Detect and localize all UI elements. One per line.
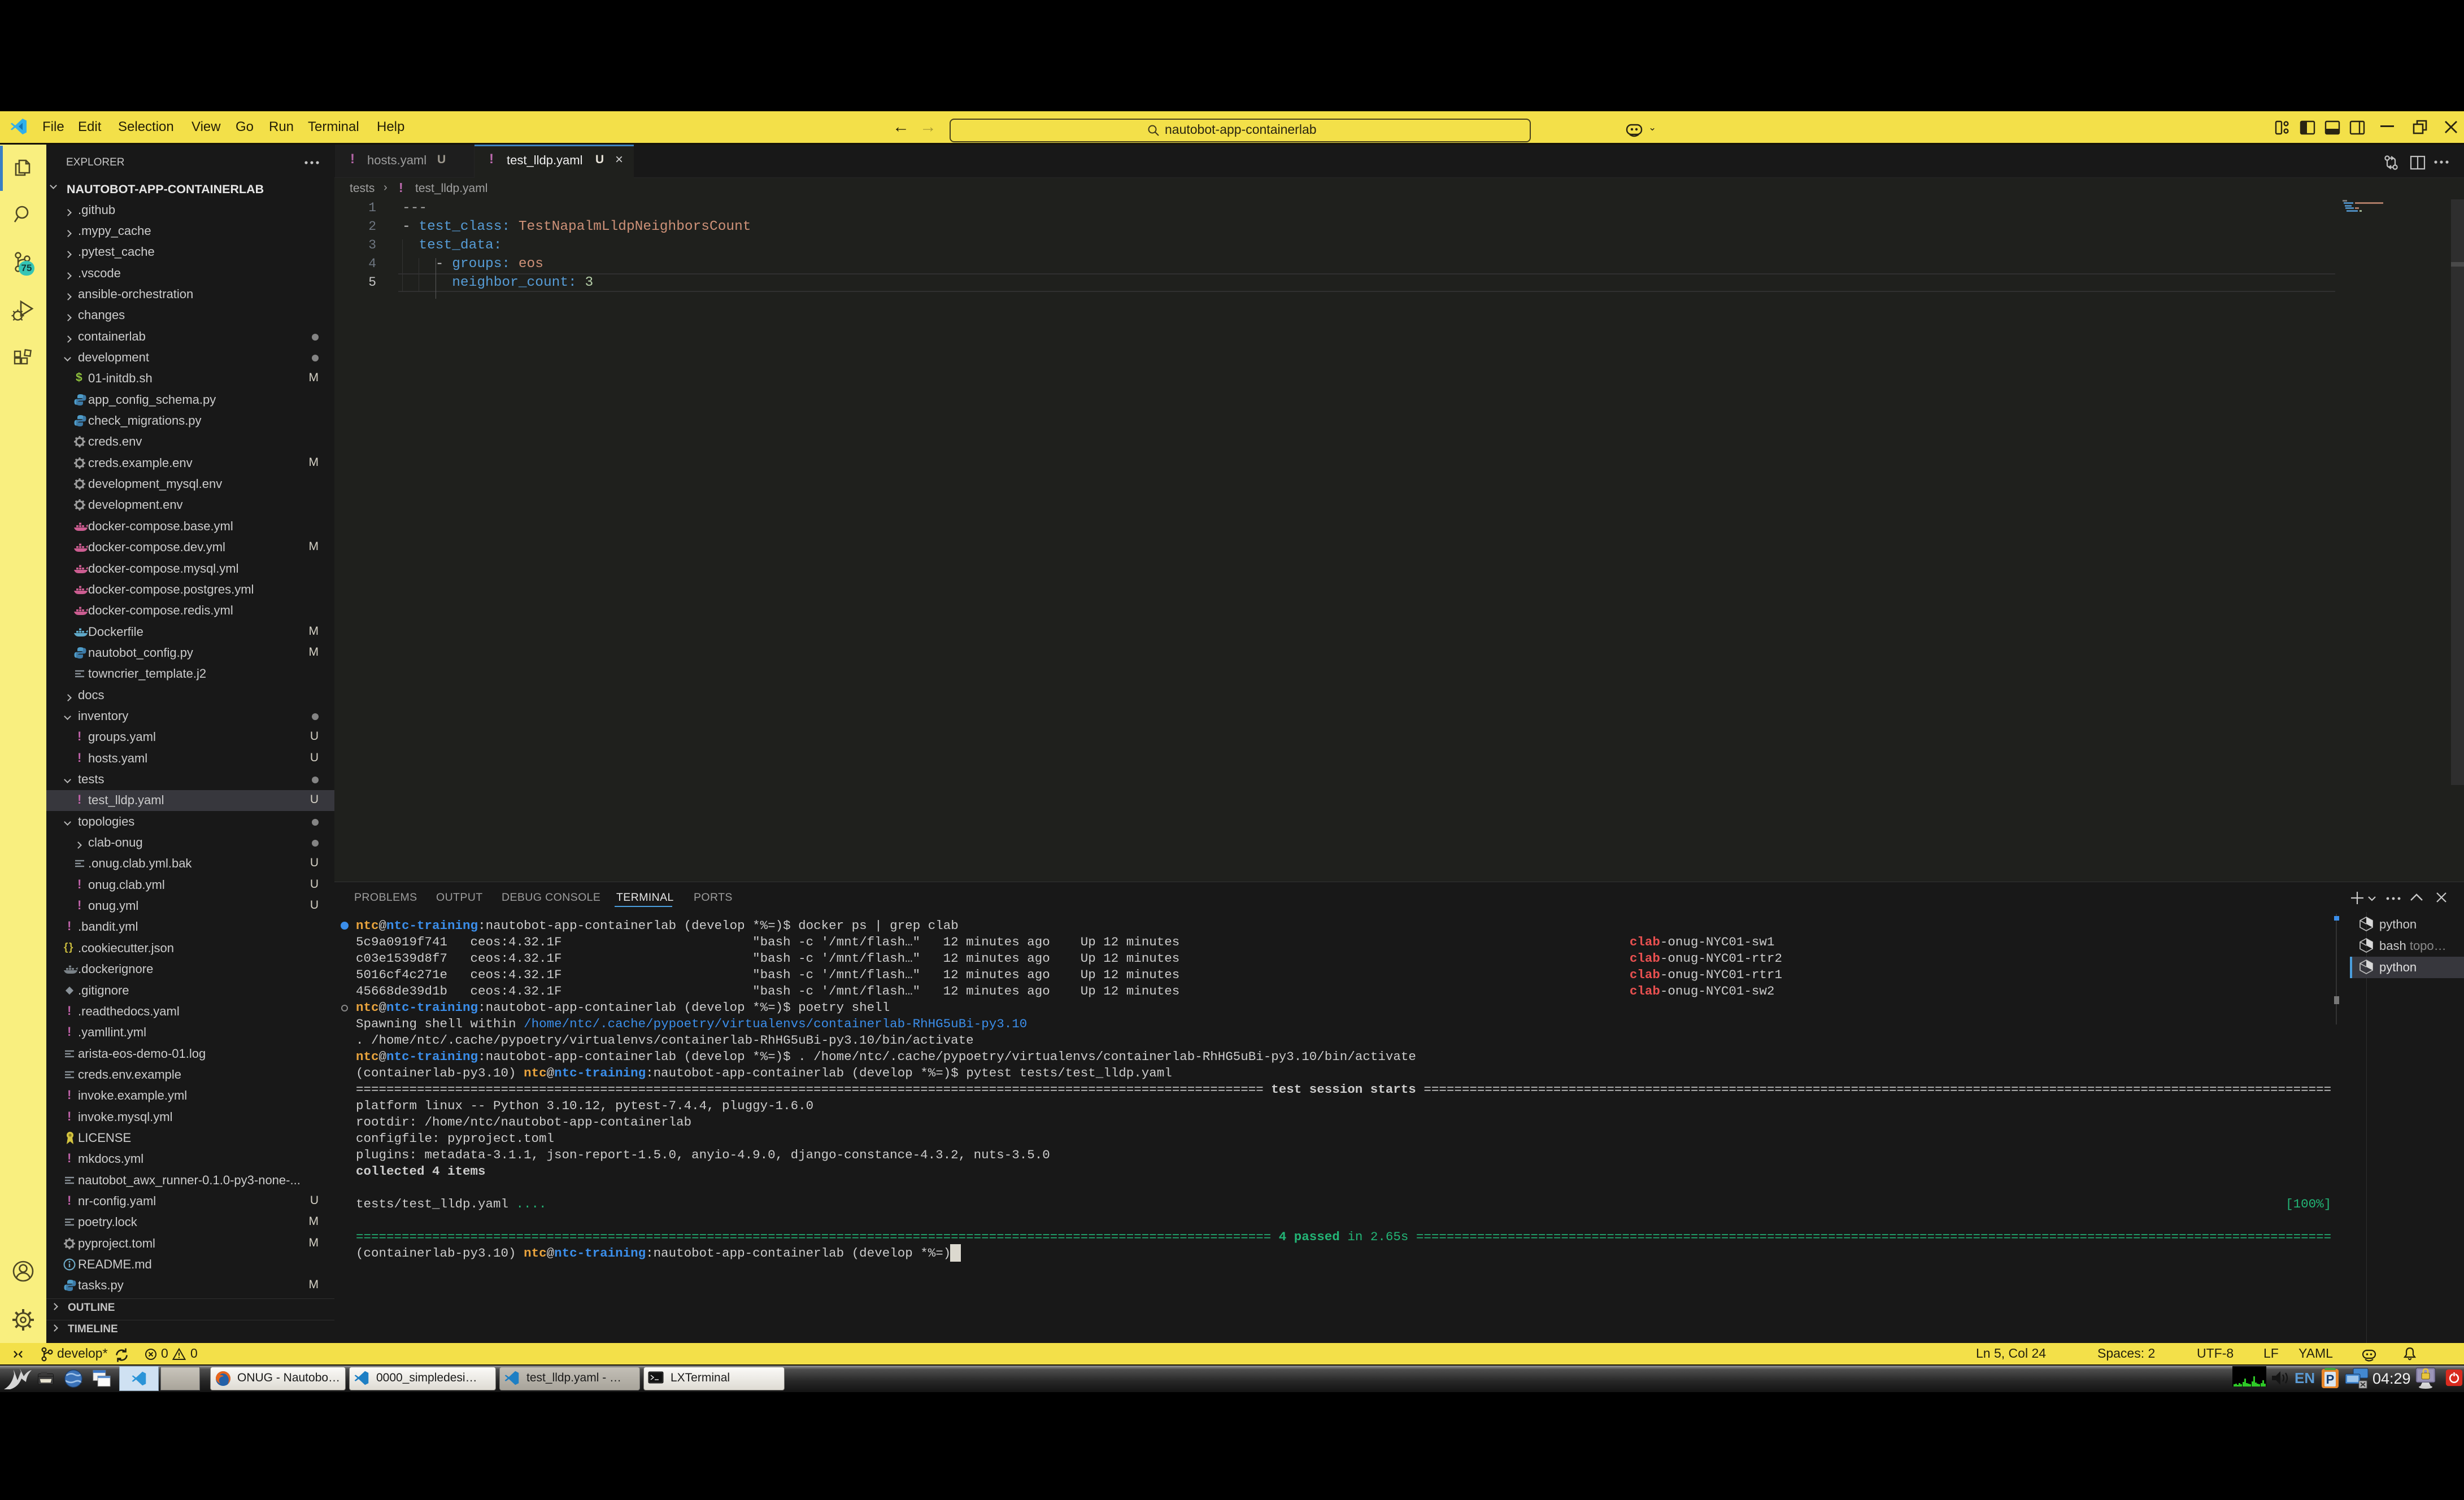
svg-text:P: P [2326,1372,2335,1386]
